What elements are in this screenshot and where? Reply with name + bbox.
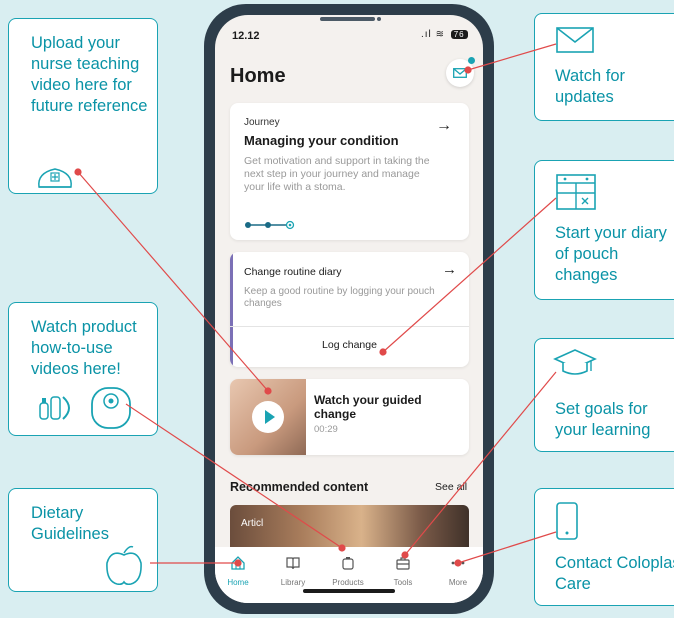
connector-diary — [382, 197, 557, 353]
connector-goals — [404, 371, 557, 556]
connector-upload — [77, 171, 269, 392]
connector-contact — [457, 531, 557, 564]
connector-updates — [467, 43, 557, 71]
connector-product — [125, 403, 343, 549]
connector-lines — [74, 43, 557, 567]
